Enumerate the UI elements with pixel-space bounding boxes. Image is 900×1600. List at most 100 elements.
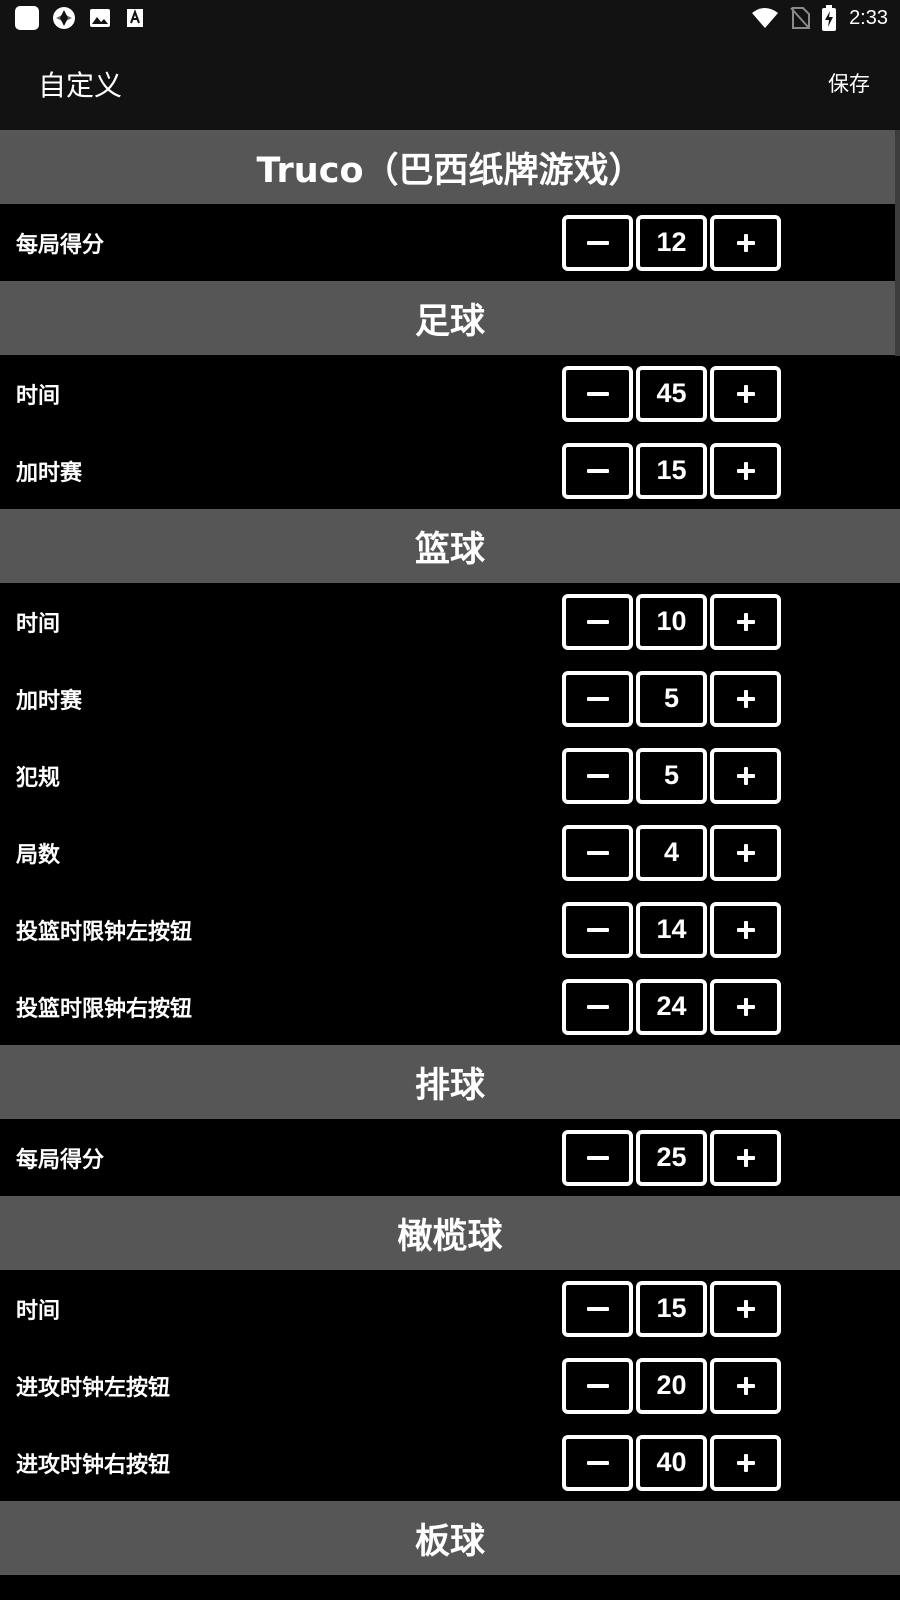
wifi-icon bbox=[752, 8, 779, 28]
minus-icon bbox=[586, 391, 609, 396]
font-a-icon bbox=[127, 9, 143, 27]
minus-icon bbox=[586, 240, 609, 245]
increment-button[interactable] bbox=[710, 214, 781, 271]
stepper-value: 15 bbox=[636, 1280, 707, 1337]
setting-row: 时间 45 bbox=[0, 355, 900, 432]
setting-label: 时间 bbox=[16, 1298, 61, 1324]
minus-icon bbox=[586, 1155, 609, 1160]
decrement-button[interactable] bbox=[562, 1129, 633, 1186]
increment-button[interactable] bbox=[710, 1280, 781, 1337]
increment-button[interactable] bbox=[710, 670, 781, 727]
setting-row: 投篮时限钟右按钮 24 bbox=[0, 968, 900, 1045]
plus-icon bbox=[736, 1453, 755, 1472]
minus-icon bbox=[586, 696, 609, 701]
value-stepper: 40 bbox=[562, 1434, 781, 1491]
decrement-button[interactable] bbox=[562, 747, 633, 804]
value-stepper: 20 bbox=[562, 1357, 781, 1414]
setting-row: 每局得分 12 bbox=[0, 204, 900, 281]
minus-icon bbox=[586, 619, 609, 624]
stepper-value: 24 bbox=[636, 978, 707, 1035]
decrement-button[interactable] bbox=[562, 670, 633, 727]
increment-button[interactable] bbox=[710, 901, 781, 958]
image-icon bbox=[90, 9, 110, 27]
plus-icon bbox=[736, 612, 755, 631]
minus-icon bbox=[586, 773, 609, 778]
app-bar: 自定义 保存 bbox=[0, 36, 900, 130]
stepper-value: 25 bbox=[636, 1129, 707, 1186]
decrement-button[interactable] bbox=[562, 442, 633, 499]
section-header: 橄榄球 bbox=[0, 1196, 900, 1270]
increment-button[interactable] bbox=[710, 824, 781, 881]
increment-button[interactable] bbox=[710, 747, 781, 804]
increment-button[interactable] bbox=[710, 1129, 781, 1186]
minus-icon bbox=[586, 1383, 609, 1388]
stepper-value: 14 bbox=[636, 901, 707, 958]
section-header: Truco（巴西纸牌游戏） bbox=[0, 130, 900, 204]
increment-button[interactable] bbox=[710, 365, 781, 422]
setting-label: 每局得分 bbox=[16, 1147, 105, 1173]
section-header: 板球 bbox=[0, 1501, 900, 1575]
value-stepper: 14 bbox=[562, 901, 781, 958]
setting-row: 犯规 5 bbox=[0, 737, 900, 814]
decrement-button[interactable] bbox=[562, 1434, 633, 1491]
setting-label: 进攻时钟左按钮 bbox=[16, 1375, 171, 1401]
setting-label: 加时赛 bbox=[16, 460, 83, 486]
save-button[interactable]: 保存 bbox=[828, 68, 870, 98]
decrement-button[interactable] bbox=[562, 978, 633, 1035]
decrement-button[interactable] bbox=[562, 1357, 633, 1414]
decrement-button[interactable] bbox=[562, 824, 633, 881]
setting-row: 时间 15 bbox=[0, 1270, 900, 1347]
setting-label: 每局得分 bbox=[16, 232, 105, 258]
setting-label: 时间 bbox=[16, 611, 61, 637]
setting-row: 时间 10 bbox=[0, 583, 900, 660]
setting-row: 进攻时钟左按钮 20 bbox=[0, 1347, 900, 1424]
value-stepper: 15 bbox=[562, 442, 781, 499]
decrement-button[interactable] bbox=[562, 214, 633, 271]
increment-button[interactable] bbox=[710, 593, 781, 650]
plus-icon bbox=[736, 1376, 755, 1395]
scrollbar-thumb[interactable] bbox=[895, 130, 900, 356]
setting-row: 加时赛 15 bbox=[0, 432, 900, 509]
plus-icon bbox=[736, 766, 755, 785]
decrement-button[interactable] bbox=[562, 365, 633, 422]
value-stepper: 5 bbox=[562, 747, 781, 804]
decrement-button[interactable] bbox=[562, 593, 633, 650]
settings-list[interactable]: Truco（巴西纸牌游戏） 每局得分 12 足球 时间 45 加时赛 15 篮球… bbox=[0, 130, 900, 1600]
decrement-button[interactable] bbox=[562, 1280, 633, 1337]
increment-button[interactable] bbox=[710, 1434, 781, 1491]
value-stepper: 45 bbox=[562, 365, 781, 422]
no-sim-icon bbox=[790, 7, 811, 29]
value-stepper: 5 bbox=[562, 670, 781, 727]
battery-charging-icon bbox=[822, 5, 837, 31]
increment-button[interactable] bbox=[710, 978, 781, 1035]
plus-icon bbox=[736, 689, 755, 708]
value-stepper: 10 bbox=[562, 593, 781, 650]
status-bar: 2:33 bbox=[0, 0, 900, 36]
page-title: 自定义 bbox=[38, 69, 123, 102]
increment-button[interactable] bbox=[710, 1357, 781, 1414]
setting-row: 加时赛 5 bbox=[0, 660, 900, 737]
minus-icon bbox=[586, 1460, 609, 1465]
setting-label: 局数 bbox=[16, 842, 61, 868]
plus-icon bbox=[736, 461, 755, 480]
minus-icon bbox=[586, 1306, 609, 1311]
setting-row: 局数 4 bbox=[0, 814, 900, 891]
minus-icon bbox=[586, 468, 609, 473]
value-stepper: 24 bbox=[562, 978, 781, 1035]
minus-icon bbox=[586, 927, 609, 932]
stepper-value: 10 bbox=[636, 593, 707, 650]
aperture-icon bbox=[53, 7, 75, 29]
section-header: 足球 bbox=[0, 281, 900, 355]
minus-icon bbox=[586, 1004, 609, 1009]
decrement-button[interactable] bbox=[562, 901, 633, 958]
minus-icon bbox=[586, 850, 609, 855]
plus-icon bbox=[736, 920, 755, 939]
value-stepper: 12 bbox=[562, 214, 781, 271]
stepper-value: 45 bbox=[636, 365, 707, 422]
value-stepper: 4 bbox=[562, 824, 781, 881]
plus-icon bbox=[736, 1148, 755, 1167]
stepper-value: 20 bbox=[636, 1357, 707, 1414]
increment-button[interactable] bbox=[710, 442, 781, 499]
value-stepper: 25 bbox=[562, 1129, 781, 1186]
setting-label: 投篮时限钟右按钮 bbox=[16, 996, 193, 1022]
